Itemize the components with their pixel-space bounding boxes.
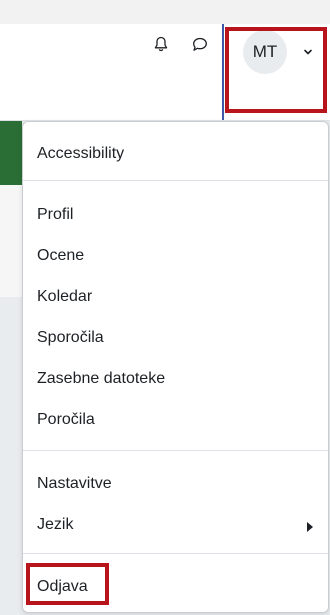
menu-item-jezik[interactable]: Jezik <box>37 515 73 535</box>
menu-divider <box>23 553 328 554</box>
caret-right-icon[interactable] <box>307 522 313 532</box>
page-background-band <box>0 185 22 297</box>
menu-divider <box>23 180 328 181</box>
menu-item-accessibility[interactable]: Accessibility <box>37 144 124 164</box>
menu-item-zasebne-datoteke[interactable]: Zasebne datoteke <box>37 369 165 389</box>
bell-icon[interactable] <box>153 36 169 52</box>
browser-top-strip <box>0 0 330 24</box>
menu-divider <box>23 450 328 451</box>
menu-item-porocila[interactable]: Poročila <box>37 410 95 430</box>
logout-highlight-box <box>26 563 109 605</box>
chat-bubble-icon[interactable] <box>192 37 208 52</box>
menu-item-ocene[interactable]: Ocene <box>37 246 84 266</box>
menu-item-profil[interactable]: Profil <box>37 205 73 225</box>
navbar-separator <box>222 24 224 120</box>
menu-item-sporocila[interactable]: Sporočila <box>37 328 104 348</box>
user-menu-dropdown: Accessibility Profil Ocene Koledar Sporo… <box>22 121 329 613</box>
course-header-band <box>0 121 22 185</box>
menu-item-koledar[interactable]: Koledar <box>37 287 92 307</box>
menu-item-nastavitve[interactable]: Nastavitve <box>37 474 112 494</box>
user-menu-highlight-box <box>225 27 327 113</box>
